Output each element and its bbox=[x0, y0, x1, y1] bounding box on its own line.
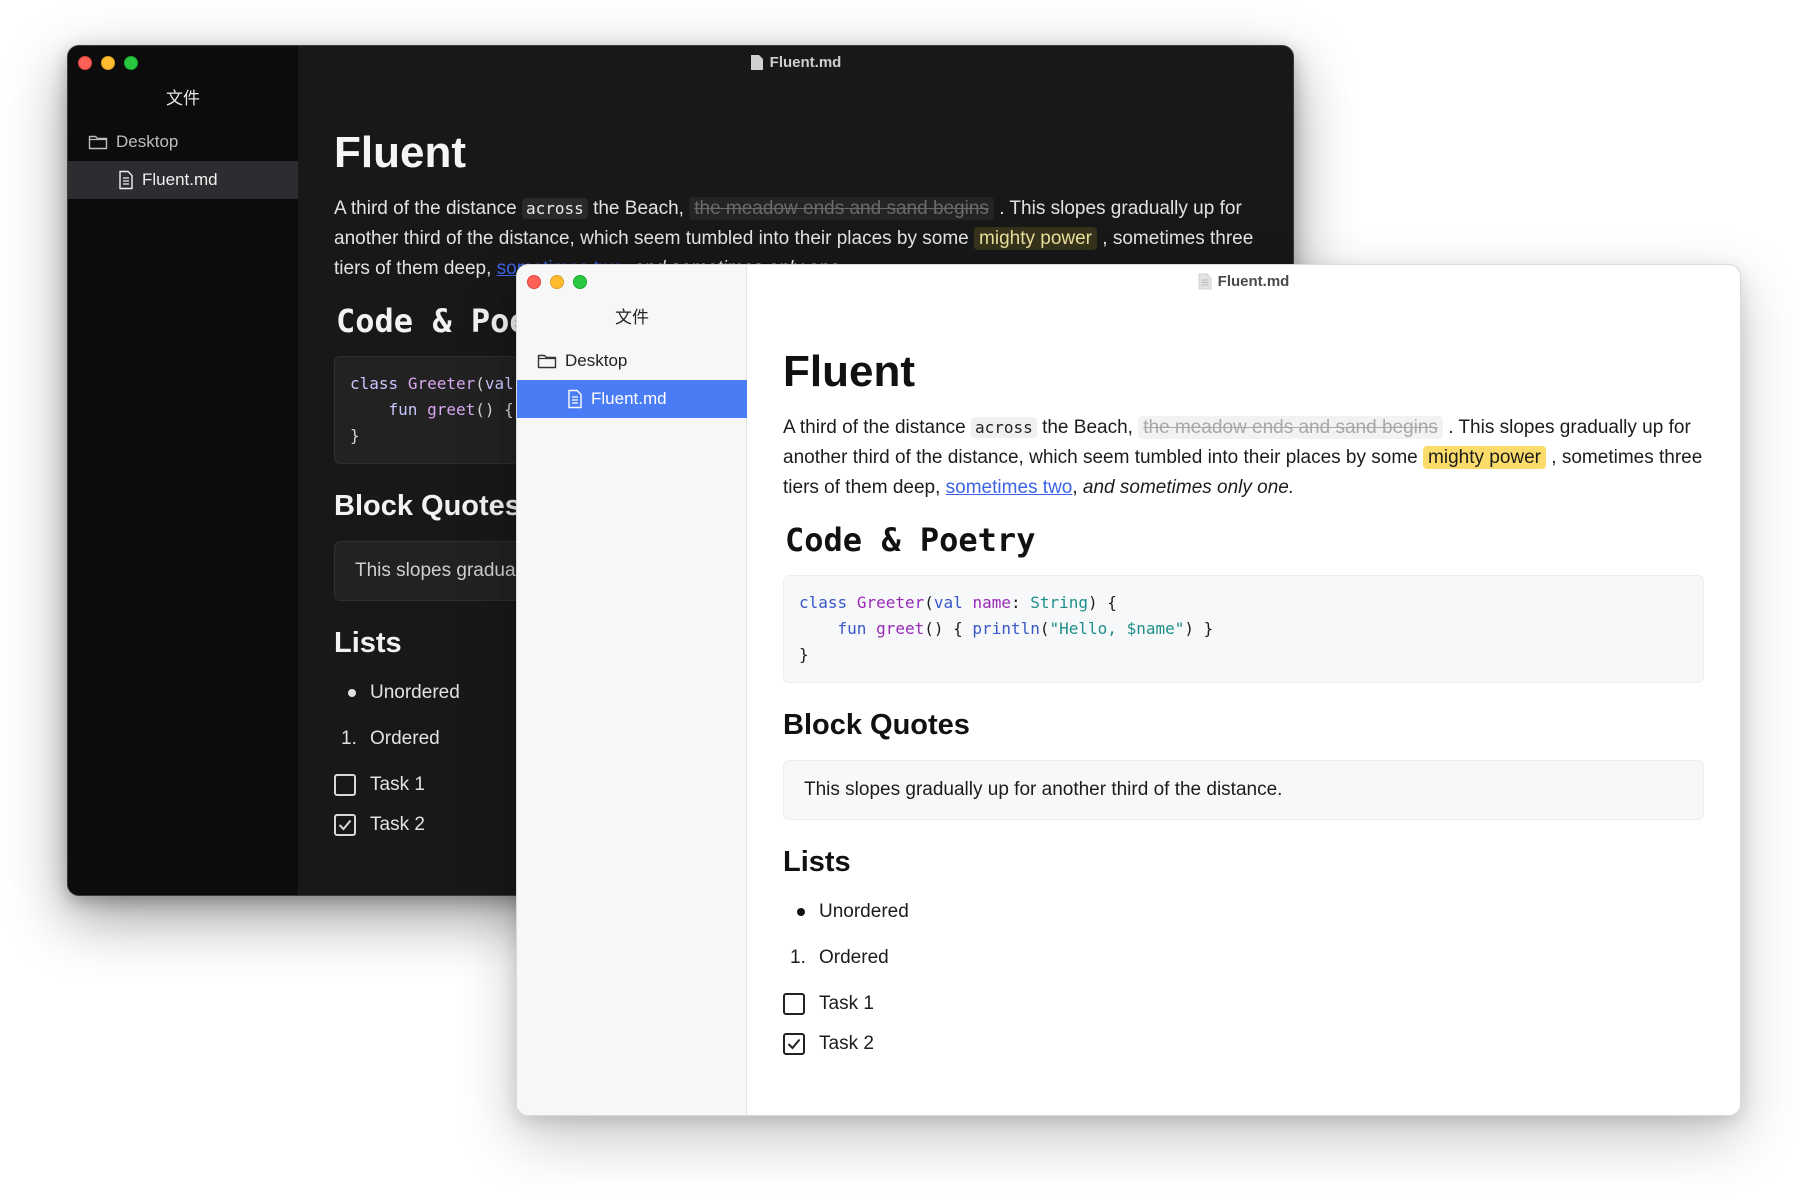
highlight-text: mighty power bbox=[1423, 446, 1547, 469]
highlight-text: mighty power bbox=[974, 227, 1098, 250]
sidebar-item-fluent-md[interactable]: Fluent.md bbox=[68, 161, 298, 199]
doc-heading-1: Fluent bbox=[334, 128, 466, 177]
block-quote: This slopes gradually up for another thi… bbox=[783, 760, 1704, 820]
bullet-icon bbox=[348, 689, 356, 697]
folder-icon bbox=[88, 135, 108, 150]
window-titlebar: Fluent.md bbox=[298, 46, 1293, 78]
close-button[interactable] bbox=[527, 275, 541, 289]
folder-icon bbox=[537, 354, 557, 369]
task-checkbox[interactable] bbox=[334, 774, 356, 796]
window-controls bbox=[78, 56, 138, 70]
document-icon bbox=[119, 170, 133, 190]
task-item: Task 1 bbox=[783, 989, 1704, 1019]
doc-heading-lists: Lists bbox=[783, 846, 851, 878]
window-title: Fluent.md bbox=[769, 53, 842, 71]
task-item: Task 2 bbox=[783, 1029, 1704, 1059]
code-block: class Greeter(val name: String) { fun gr… bbox=[783, 575, 1704, 683]
italic-text: and sometimes only one. bbox=[1082, 477, 1295, 498]
window-controls bbox=[527, 275, 587, 289]
doc-heading-code: Code & Poetry bbox=[785, 521, 1036, 559]
checkmark-icon bbox=[787, 1038, 801, 1050]
window-title: Fluent.md bbox=[1217, 272, 1290, 290]
list-item-ordered: 1. Ordered bbox=[790, 947, 889, 968]
doc-link[interactable]: sometimes two bbox=[946, 477, 1073, 498]
doc-heading-1: Fluent bbox=[783, 347, 915, 396]
strikethrough-text: the meadow ends and sand begins bbox=[1138, 416, 1443, 439]
list-item-unordered: Unordered bbox=[783, 897, 1704, 927]
window-titlebar: Fluent.md bbox=[747, 265, 1740, 297]
task-checkbox[interactable] bbox=[783, 1033, 805, 1055]
task-checkbox[interactable] bbox=[334, 814, 356, 836]
sidebar-item-fluent-md[interactable]: Fluent.md bbox=[517, 380, 747, 418]
markdown-editor[interactable]: Fluent A third of the distance across th… bbox=[747, 297, 1740, 1115]
checkmark-icon bbox=[338, 819, 352, 831]
bullet-icon bbox=[797, 908, 805, 916]
sidebar-item-label: Desktop bbox=[565, 351, 628, 370]
sidebar-title: 文件 bbox=[615, 308, 649, 327]
sidebar-title: 文件 bbox=[166, 89, 200, 108]
light-editor-window: 文件 Desktop Fluent.md Fluent.md Fluent A … bbox=[516, 264, 1741, 1116]
zoom-button[interactable] bbox=[124, 56, 138, 70]
zoom-button[interactable] bbox=[573, 275, 587, 289]
sidebar-item-desktop[interactable]: Desktop bbox=[517, 342, 747, 380]
doc-paragraph: A third of the distance across the Beach… bbox=[783, 416, 1703, 498]
doc-heading-quotes: Block Quotes bbox=[783, 709, 970, 741]
task-checkbox[interactable] bbox=[783, 993, 805, 1015]
inline-code: across bbox=[971, 417, 1037, 438]
sidebar-item-desktop[interactable]: Desktop bbox=[68, 123, 298, 161]
minimize-button[interactable] bbox=[101, 56, 115, 70]
document-icon bbox=[750, 54, 763, 70]
document-icon bbox=[1198, 273, 1212, 289]
sidebar-item-label: Desktop bbox=[116, 132, 179, 151]
document-icon bbox=[568, 389, 582, 409]
minimize-button[interactable] bbox=[550, 275, 564, 289]
sidebar-item-label: Fluent.md bbox=[591, 389, 667, 408]
inline-code: across bbox=[522, 198, 588, 219]
close-button[interactable] bbox=[78, 56, 92, 70]
sidebar-item-label: Fluent.md bbox=[142, 170, 218, 189]
file-sidebar: 文件 Desktop Fluent.md bbox=[517, 265, 747, 1115]
strikethrough-text: the meadow ends and sand begins bbox=[689, 197, 994, 220]
file-sidebar: 文件 Desktop Fluent.md bbox=[68, 46, 298, 895]
